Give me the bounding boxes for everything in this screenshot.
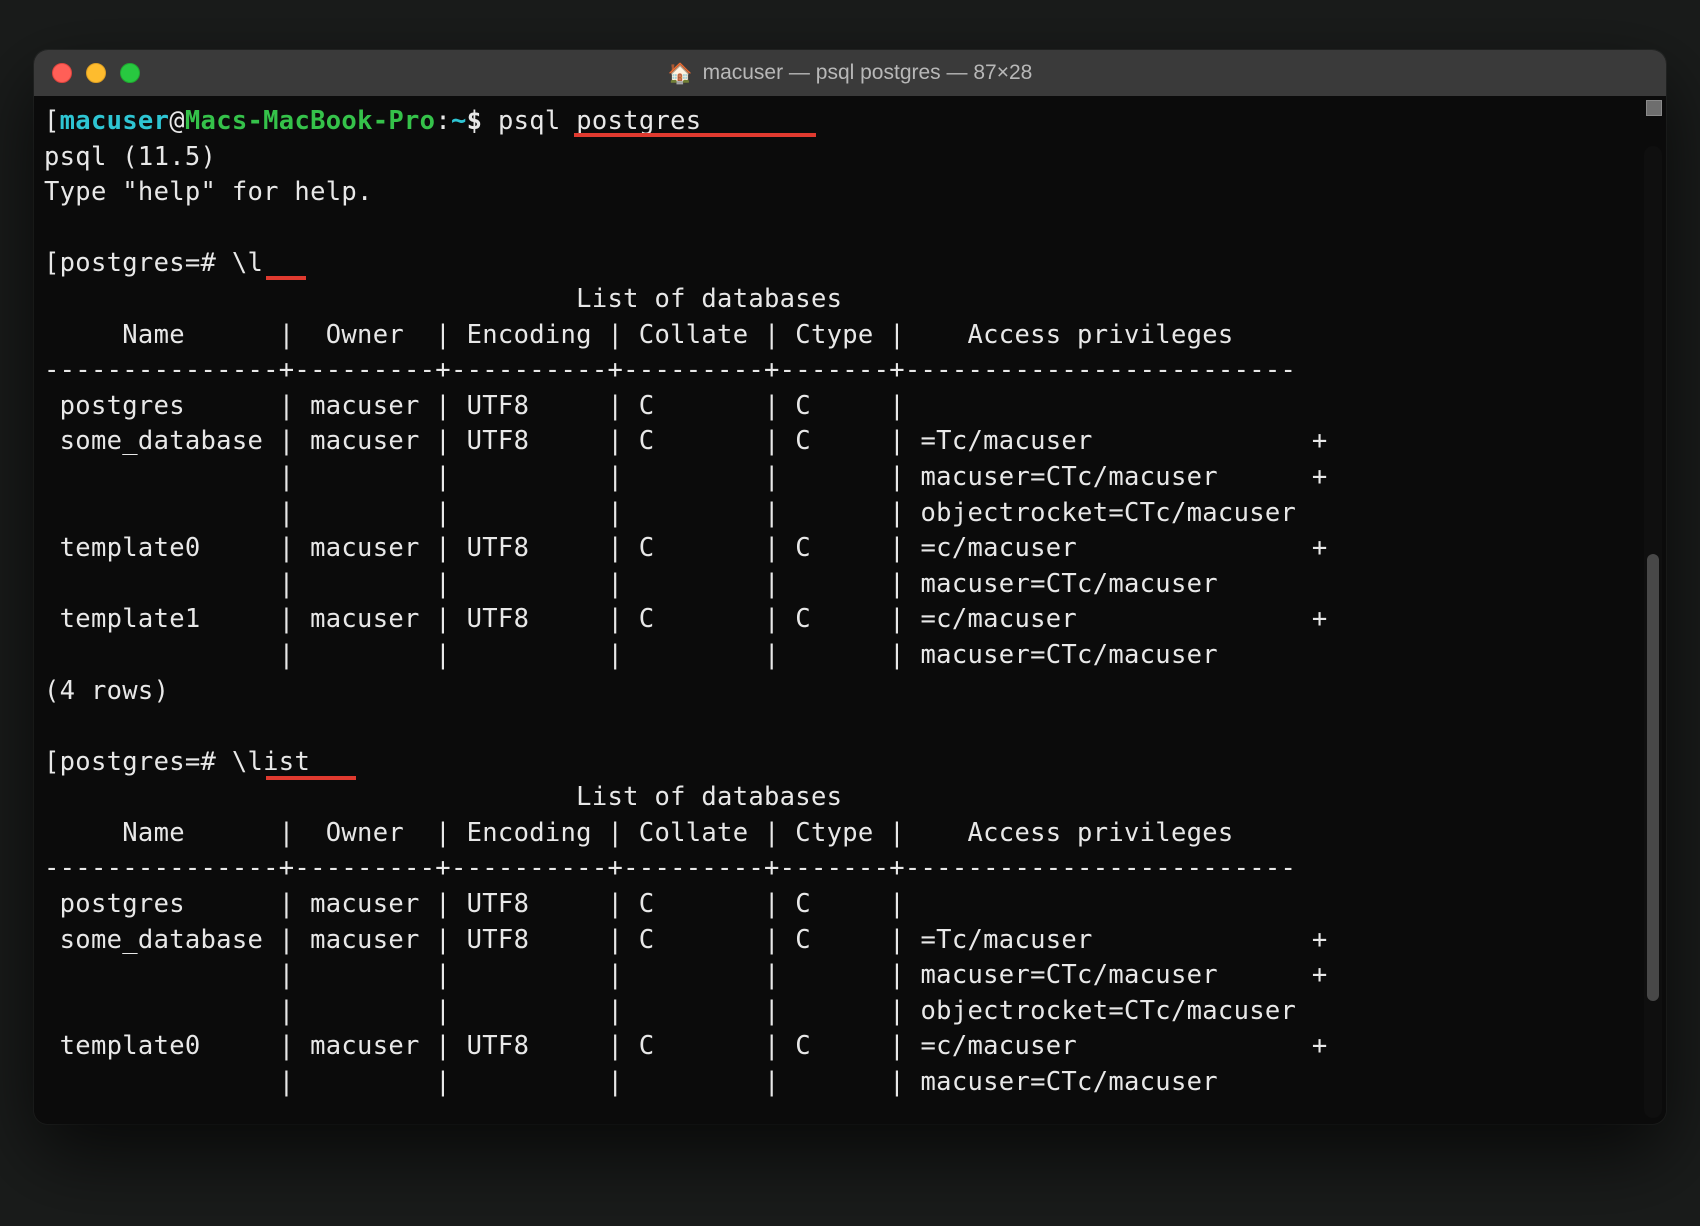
annotation-underline — [266, 276, 306, 280]
home-icon: 🏠 — [668, 61, 693, 86]
table-row: some_database | macuser | UTF8 | C | C |… — [44, 426, 1328, 456]
table-row: | | | | | objectrocket=CTc/macuser — [44, 996, 1296, 1026]
table-rowcount: (4 rows) — [44, 676, 169, 706]
bracket: [ — [44, 106, 60, 136]
window-controls — [52, 63, 140, 83]
table-row: template0 | macuser | UTF8 | C | C | =c/… — [44, 1031, 1328, 1061]
minimize-icon[interactable] — [86, 63, 106, 83]
table-divider: ---------------+---------+----------+---… — [44, 355, 1296, 385]
prompt-sigil: $ — [467, 106, 498, 136]
scrollbar[interactable] — [1644, 146, 1662, 1118]
scroll-corner-icon — [1646, 100, 1662, 116]
table-title: List of databases — [44, 284, 842, 314]
table-title: List of databases — [44, 782, 842, 812]
table-row: | | | | | macuser=CTc/macuser — [44, 640, 1218, 670]
table-divider: ---------------+---------+----------+---… — [44, 853, 1296, 883]
table-row: some_database | macuser | UTF8 | C | C |… — [44, 925, 1328, 955]
table-header: Name | Owner | Encoding | Collate | Ctyp… — [44, 818, 1296, 848]
table-row: | | | | | objectrocket=CTc/macuser — [44, 498, 1296, 528]
titlebar: 🏠 macuser — psql postgres — 87×28 — [34, 50, 1666, 96]
terminal-content[interactable]: [macuser@Macs-MacBook-Pro:~$ psql postgr… — [44, 104, 1638, 1120]
table-row: postgres | macuser | UTF8 | C | C | — [44, 889, 921, 919]
table-row: | | | | | macuser=CTc/macuser + — [44, 960, 1328, 990]
terminal-body[interactable]: [macuser@Macs-MacBook-Pro:~$ psql postgr… — [34, 96, 1666, 1124]
table-header: Name | Owner | Encoding | Collate | Ctyp… — [44, 320, 1296, 350]
window-title-text: macuser — psql postgres — 87×28 — [703, 61, 1033, 85]
psql-command-list: \list — [232, 747, 310, 777]
table-row: postgres | macuser | UTF8 | C | C | — [44, 391, 921, 421]
prompt-user: macuser — [60, 106, 170, 136]
prompt-at: @ — [169, 106, 185, 136]
annotation-underline — [266, 776, 356, 780]
table-row: template0 | macuser | UTF8 | C | C | =c/… — [44, 533, 1328, 563]
bracket: [ — [44, 747, 60, 777]
prompt-path: ~ — [451, 106, 467, 136]
prompt-sep: : — [435, 106, 451, 136]
table-row: | | | | | macuser=CTc/macuser + — [44, 462, 1328, 492]
table-row: | | | | | macuser=CTc/macuser — [44, 569, 1218, 599]
bracket: [ — [44, 248, 60, 278]
psql-prompt: postgres=# — [60, 747, 232, 777]
scrollbar-thumb[interactable] — [1647, 554, 1659, 1001]
psql-command-l: \l — [232, 248, 263, 278]
psql-version: psql (11.5) — [44, 142, 216, 172]
close-icon[interactable] — [52, 63, 72, 83]
shell-command: psql postgres — [498, 106, 701, 136]
annotation-underline — [574, 133, 816, 137]
table-row: template1 | macuser | UTF8 | C | C | =c/… — [44, 604, 1328, 634]
terminal-window: 🏠 macuser — psql postgres — 87×28 [macus… — [34, 50, 1666, 1124]
table-row: | | | | | macuser=CTc/macuser — [44, 1067, 1218, 1097]
psql-help: Type "help" for help. — [44, 177, 373, 207]
zoom-icon[interactable] — [120, 63, 140, 83]
window-title: 🏠 macuser — psql postgres — 87×28 — [34, 61, 1666, 86]
psql-prompt: postgres=# — [60, 248, 232, 278]
prompt-host: Macs-MacBook-Pro — [185, 106, 435, 136]
